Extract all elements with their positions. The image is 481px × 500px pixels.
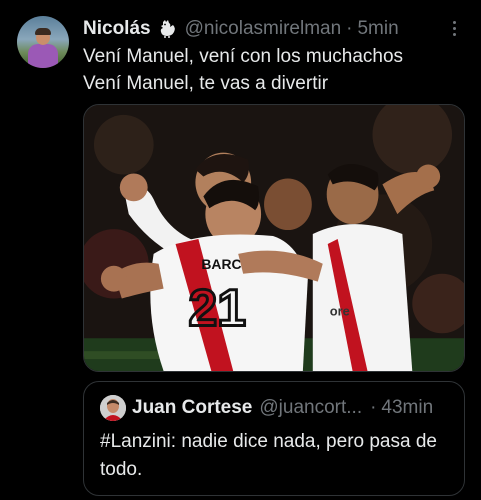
quoted-tweet[interactable]: Juan Cortese @juancort... · 43min #Lanzi… — [83, 381, 465, 496]
avatar-hat — [35, 28, 51, 35]
tweet-photo[interactable]: BARCO 21 ore — [83, 104, 465, 372]
avatar[interactable] — [17, 16, 69, 68]
quoted-text: #Lanzini: nadie dice nada, pero pasa de … — [100, 431, 437, 480]
jersey-number: 21 — [188, 278, 246, 336]
more-options-icon[interactable] — [444, 18, 464, 40]
timestamp[interactable]: 5min — [357, 18, 398, 40]
separator-dot: · — [370, 397, 377, 418]
author-handle[interactable]: @nicolasmirelman — [185, 18, 342, 40]
tweet-text: Vení Manuel, vení con los muchachos Vení… — [83, 43, 463, 97]
photo-illustration: BARCO 21 ore — [84, 105, 464, 371]
rooster-icon — [160, 20, 175, 38]
separator-dot: · — [346, 18, 353, 39]
quoted-avatar[interactable] — [100, 395, 126, 421]
quoted-timestamp[interactable]: 43min — [381, 397, 433, 419]
quoted-header: Juan Cortese @juancort... · 43min — [132, 396, 433, 420]
author-name[interactable]: Nicolás — [83, 18, 151, 40]
tweet-text-line: Vení Manuel, vení con los muchachos — [83, 46, 404, 67]
tweet-text-line: Vení Manuel, te vas a divertir — [83, 73, 329, 94]
tweet-header: Nicolás @nicolasmirelman · 5min — [83, 16, 399, 42]
quoted-author-handle[interactable]: @juancort... — [259, 397, 362, 419]
avatar-shirt — [28, 44, 58, 68]
quoted-author-name[interactable]: Juan Cortese — [132, 397, 252, 419]
jersey-sponsor: ore — [330, 303, 350, 318]
